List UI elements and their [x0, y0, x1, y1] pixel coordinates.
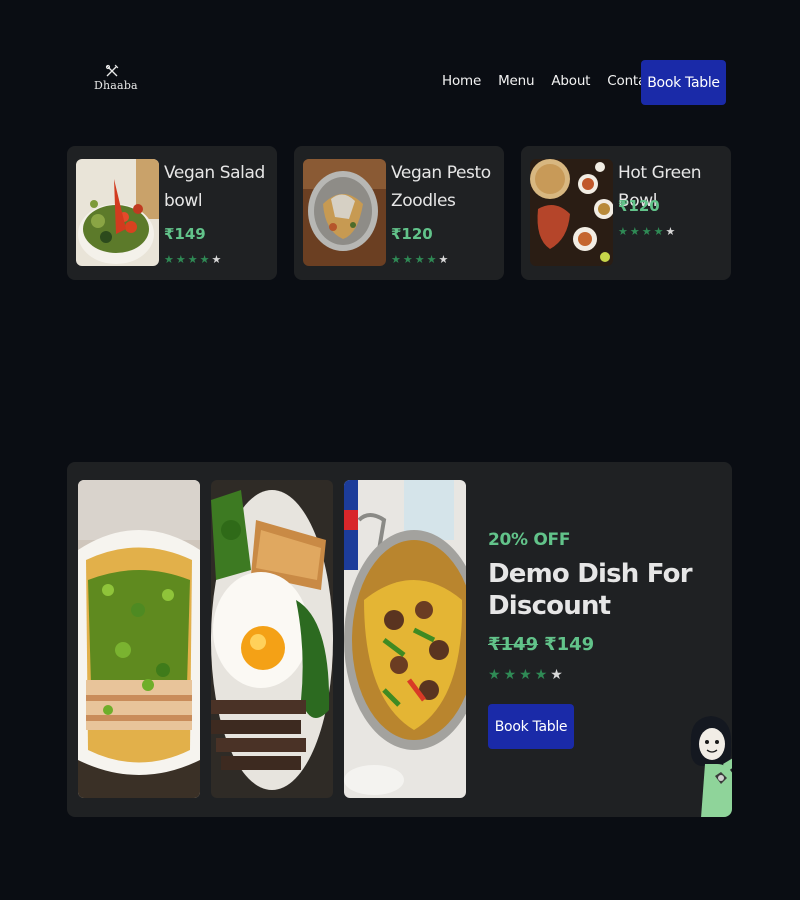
star-icon: ★ [534, 667, 548, 683]
promo-prices: ₹149 ₹149 [488, 634, 594, 655]
rating-stars: ★ ★ ★ ★ ★ [391, 254, 448, 265]
dish-price: ₹120 [391, 225, 433, 243]
star-empty-icon: ★ [550, 667, 563, 683]
rating-stars: ★ ★ ★ ★ ★ [618, 226, 675, 237]
navbar: Dhaaba Home Menu About Contact Book Tabl… [0, 0, 800, 130]
indian-thali-image [530, 159, 613, 266]
star-icon: ★ [164, 253, 174, 266]
dish-card[interactable]: Vegan Salad bowl ₹149 ★ ★ ★ ★ ★ [67, 146, 277, 280]
rating-stars: ★ ★ ★ ★ ★ [488, 668, 563, 682]
star-icon: ★ [187, 253, 198, 266]
nav-link-about[interactable]: About [551, 73, 590, 89]
stir-fry-pan-image[interactable] [344, 480, 466, 798]
promo-book-table-button[interactable]: Book Table [488, 704, 574, 749]
discounted-price: ₹149 [544, 634, 595, 655]
original-price: ₹149 [488, 634, 539, 655]
pesto-zoodles-image [303, 159, 386, 266]
rating-stars: ★ ★ ★ ★ ★ [164, 254, 221, 265]
star-empty-icon: ★ [665, 225, 676, 238]
star-empty-icon: ★ [211, 253, 222, 266]
dish-name: Vegan Pesto Zoodles [391, 163, 491, 211]
nav-link-home[interactable]: Home [442, 73, 481, 89]
brand-logo[interactable]: Dhaaba [94, 64, 138, 92]
fried-egg-plate-image[interactable] [211, 480, 333, 798]
star-icon: ★ [414, 253, 425, 266]
star-empty-icon: ★ [438, 253, 449, 266]
dish-price: ₹120 [618, 197, 660, 215]
dish-card[interactable]: Hot Green Bowl ₹120 ★ ★ ★ ★ ★ [521, 146, 731, 280]
dish-name: Vegan Salad bowl [164, 163, 265, 211]
nav-link-menu[interactable]: Menu [498, 73, 534, 89]
star-icon: ★ [629, 225, 640, 238]
noodle-bowl-image[interactable] [78, 480, 200, 798]
fork-knife-icon [105, 64, 119, 77]
star-icon: ★ [653, 225, 664, 238]
book-table-button[interactable]: Book Table [641, 60, 726, 105]
star-icon: ★ [402, 253, 413, 266]
star-icon: ★ [175, 253, 186, 266]
star-icon: ★ [519, 667, 532, 683]
star-icon: ★ [641, 225, 652, 238]
star-icon: ★ [426, 253, 437, 266]
promo-title: Demo Dish For Discount [488, 559, 693, 621]
star-icon: ★ [488, 667, 501, 683]
discount-promo-card: 20% OFF Demo Dish For Discount ₹149 ₹149 … [67, 462, 732, 817]
chef-mascot-illustration [687, 714, 732, 817]
dish-card[interactable]: Vegan Pesto Zoodles ₹120 ★ ★ ★ ★ ★ [294, 146, 504, 280]
salad-bowl-image [76, 159, 159, 266]
star-icon: ★ [391, 253, 401, 266]
star-icon: ★ [199, 253, 210, 266]
star-icon: ★ [618, 225, 628, 238]
discount-badge: 20% OFF [488, 530, 571, 550]
brand-name: Dhaaba [94, 79, 138, 92]
star-icon: ★ [503, 667, 517, 683]
dish-price: ₹149 [164, 225, 206, 243]
